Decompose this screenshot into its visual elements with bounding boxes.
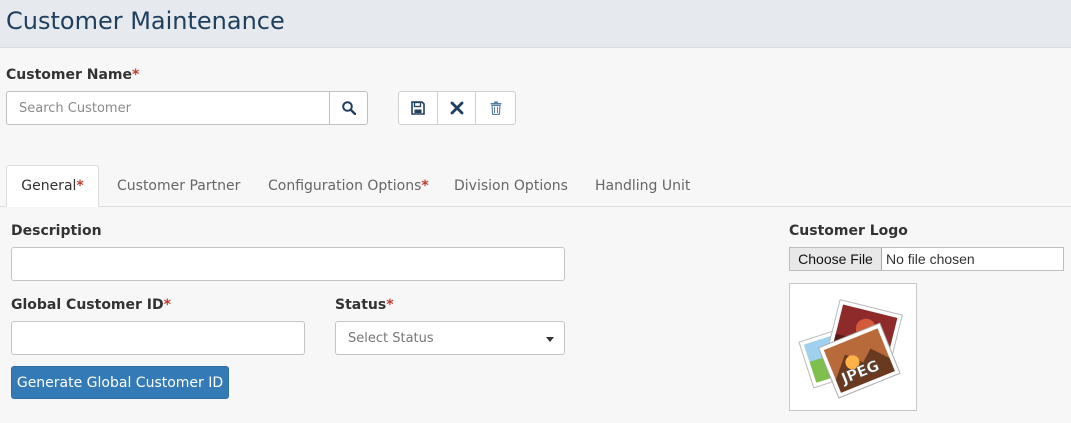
customer-logo-preview: JPEG [789,283,917,411]
generate-global-customer-id-button[interactable]: Generate Global Customer ID [11,366,229,399]
global-customer-id-label: Global Customer ID* [11,297,171,313]
customer-logo-label: Customer Logo [789,223,908,239]
save-button[interactable] [399,92,438,124]
global-customer-id-field[interactable] [11,321,305,355]
tab-customer-partner[interactable]: Customer Partner [117,165,240,207]
status-select-value: Select Status [348,331,434,346]
delete-button[interactable] [476,92,515,124]
customer-name-label-text: Customer Name [6,67,132,83]
tab-division-options[interactable]: Division Options [454,165,568,207]
tab-label: Customer Partner [117,178,241,194]
close-icon [450,101,463,115]
tab-label: Handling Unit [595,178,691,194]
caret-down-icon [546,337,554,342]
required-mark: * [386,297,394,313]
status-label: Status* [335,297,394,313]
required-mark: * [132,67,140,83]
description-field[interactable] [11,247,565,281]
status-label-text: Status [335,297,387,313]
description-label: Description [11,223,102,239]
page-title: Customer Maintenance [6,7,285,35]
global-customer-id-label-text: Global Customer ID [11,297,164,313]
customer-name-label: Customer Name* [6,67,139,83]
save-icon [411,101,425,115]
required-mark: * [421,178,429,194]
trash-icon [490,101,502,115]
cancel-button[interactable] [438,92,477,124]
tab-label: Division Options [454,178,568,194]
file-status-text: No file chosen [886,251,975,267]
search-icon [341,101,356,115]
search-button[interactable] [329,92,367,124]
customer-search-input[interactable] [7,92,329,124]
customer-search [6,91,368,125]
required-mark: * [163,297,171,313]
record-toolbar [398,91,516,125]
page-header: Customer Maintenance [0,0,1071,48]
logo-file-input: Choose File No file chosen [789,247,1064,271]
status-select[interactable]: Select Status [335,321,565,355]
tab-handling-unit[interactable]: Handling Unit [595,165,690,207]
tab-label: General [21,178,77,194]
tab-label: Configuration Options [268,178,422,194]
jpeg-file-icon: JPEG [798,299,903,399]
tab-general[interactable]: General * [6,165,99,207]
required-mark: * [76,178,84,194]
tab-configuration-options[interactable]: Configuration Options * [268,165,429,207]
choose-file-button[interactable]: Choose File [790,248,882,270]
